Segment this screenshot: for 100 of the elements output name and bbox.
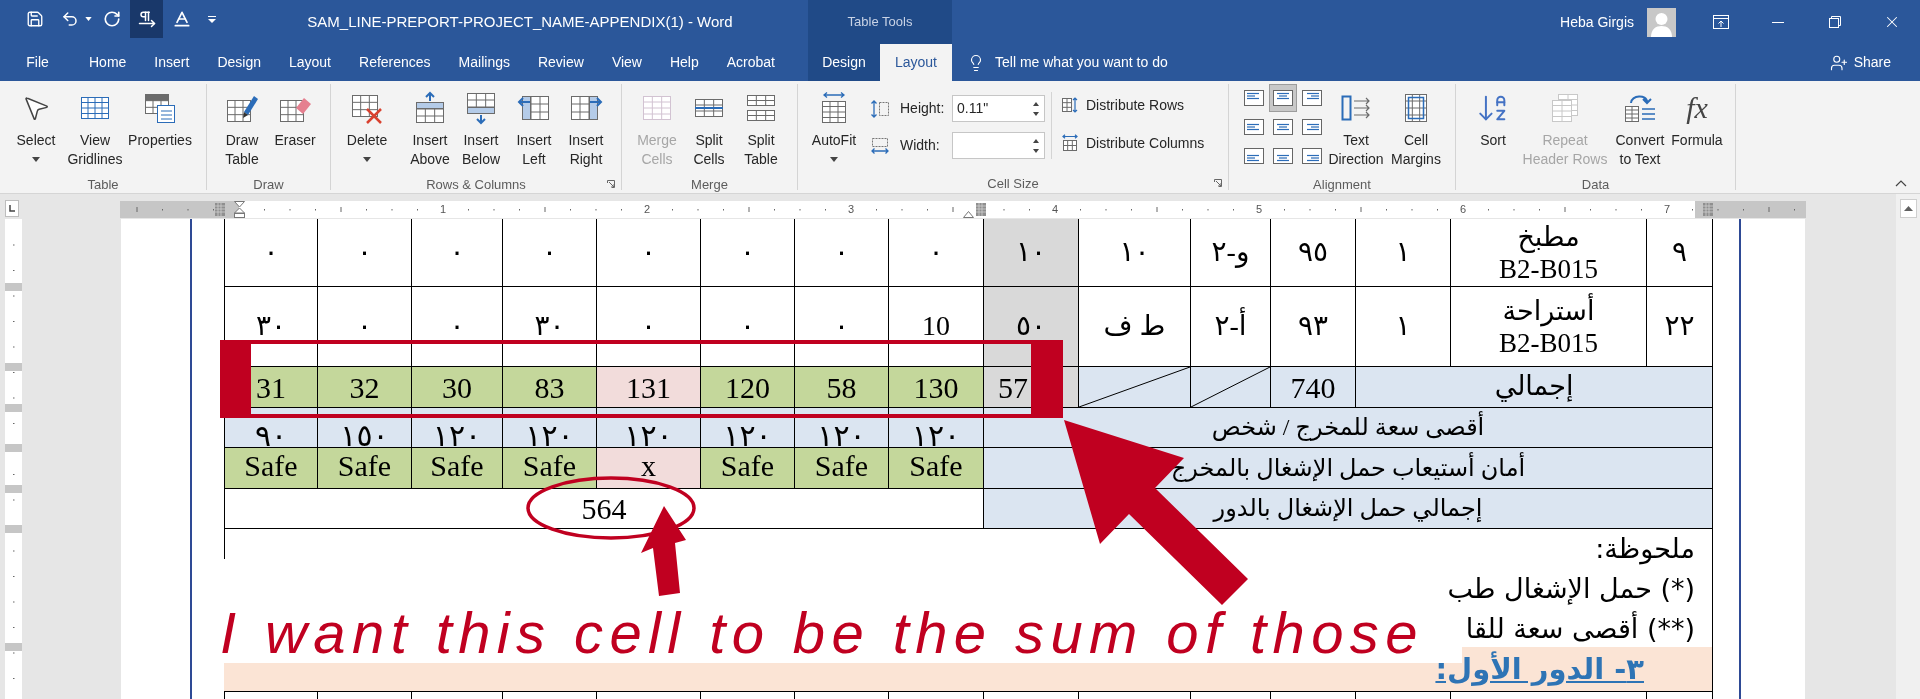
table-cell: Safe bbox=[224, 448, 317, 489]
align-icon bbox=[1302, 119, 1322, 135]
ribbon-button[interactable]: Distribute Rows bbox=[1061, 93, 1205, 117]
table-cell: 120 bbox=[700, 367, 794, 408]
ribbon-button[interactable]: Insert Right bbox=[561, 84, 611, 169]
ribbon-tab[interactable]: Acrobat bbox=[712, 44, 789, 81]
table-cell: ٠ bbox=[502, 219, 596, 287]
ruler-number: 4 bbox=[1052, 202, 1059, 217]
table-cell: أقصى سعة للمخرج / شخص bbox=[983, 408, 1712, 448]
table-cell: ١ bbox=[1355, 219, 1450, 287]
ribbon-button[interactable]: View Gridlines bbox=[66, 84, 124, 169]
ribbon-button[interactable]: Distribute Columns bbox=[1061, 131, 1205, 155]
insert-above-icon bbox=[413, 91, 447, 125]
table-cell: ١٢٠ bbox=[411, 408, 502, 448]
ribbon-tab[interactable]: Layout bbox=[880, 44, 952, 81]
ribbon-tab[interactable]: Insert bbox=[140, 44, 204, 81]
formatting-marks-button[interactable] bbox=[130, 0, 163, 38]
ribbon-button[interactable]: Insert Below bbox=[455, 84, 507, 169]
group-label: Cell Size bbox=[987, 176, 1039, 191]
number-field[interactable] bbox=[952, 132, 1045, 159]
ribbon-tab[interactable]: Help bbox=[655, 44, 713, 81]
table-cell: ١٢٠ bbox=[700, 408, 794, 448]
ribbon-tab[interactable]: Design bbox=[203, 44, 275, 81]
table-cell: ٠ bbox=[317, 219, 411, 287]
restore-icon bbox=[1828, 16, 1841, 28]
ribbon-button[interactable]: Delete bbox=[337, 84, 397, 169]
ribbon-button[interactable]: Split Cells bbox=[683, 84, 735, 169]
redo-icon bbox=[103, 10, 121, 28]
ribbon-button[interactable]: Eraser bbox=[267, 84, 323, 169]
ribbon-button[interactable]: AutoFit bbox=[806, 84, 862, 168]
align-icon bbox=[1302, 90, 1322, 106]
ribbon-button[interactable]: Cell Margins bbox=[1386, 84, 1446, 169]
save-icon bbox=[26, 10, 44, 28]
ribbon-tab[interactable]: View bbox=[597, 44, 656, 81]
column-width-icon bbox=[870, 135, 890, 156]
table-cell: 58 bbox=[794, 367, 888, 408]
font-color-icon bbox=[172, 9, 192, 29]
ribbon-button[interactable]: Draw Table bbox=[217, 84, 267, 169]
dialog-launcher-icon[interactable] bbox=[1213, 178, 1223, 188]
table-cell: Safe bbox=[700, 448, 794, 489]
ribbon-button[interactable]: Insert Above bbox=[405, 84, 455, 169]
table-cell: ٠ bbox=[794, 219, 888, 287]
ribbon-button[interactable]: Sort bbox=[1470, 84, 1516, 169]
number-field[interactable]: 0.11" bbox=[952, 95, 1045, 122]
group-label: Data bbox=[1581, 177, 1610, 192]
ribbon-button[interactable]: Split Table bbox=[735, 84, 787, 169]
group-label: Merge bbox=[691, 177, 728, 192]
column-marker-icon[interactable] bbox=[215, 203, 225, 216]
user-name: Heba Girgis bbox=[1560, 12, 1634, 32]
table-cell: ٠ bbox=[224, 219, 317, 287]
ribbon-button[interactable]: Insert Left bbox=[507, 84, 561, 169]
table-cell: Safe bbox=[502, 448, 596, 489]
table-cell: ١٢٠ bbox=[502, 408, 596, 448]
ruler-number: 3 bbox=[848, 202, 855, 217]
fx-icon: fx bbox=[1686, 91, 1708, 125]
group-label: Draw bbox=[253, 177, 284, 192]
tab-selector-icon[interactable] bbox=[5, 200, 19, 217]
ribbon-button[interactable]: fx Formula bbox=[1666, 84, 1728, 169]
column-marker-icon[interactable] bbox=[976, 203, 986, 216]
ribbon-button[interactable]: Convert to Text bbox=[1614, 84, 1666, 169]
ribbon-tab[interactable]: Design bbox=[808, 44, 880, 81]
align-icon bbox=[1273, 90, 1293, 106]
scrollbar-track[interactable] bbox=[1896, 194, 1920, 699]
column-marker-icon[interactable] bbox=[1703, 203, 1713, 216]
table-cell: 130 bbox=[888, 367, 983, 408]
ribbon-button[interactable]: Select bbox=[6, 84, 66, 169]
ribbon-tab[interactable]: File bbox=[0, 44, 75, 81]
group-label: Alignment bbox=[1313, 177, 1371, 192]
customize-icon bbox=[208, 15, 216, 23]
tell-me-field[interactable]: Tell me what you want to do bbox=[967, 44, 1168, 81]
align-icon bbox=[1244, 119, 1264, 135]
table-cell: ١٠ bbox=[1078, 219, 1190, 287]
table-cell: ٠ bbox=[700, 219, 794, 287]
chevron-up-icon[interactable] bbox=[1895, 180, 1907, 187]
table-cell: ١٢٠ bbox=[794, 408, 888, 448]
ribbon-tab[interactable]: Mailings bbox=[444, 44, 524, 81]
dialog-launcher-icon[interactable] bbox=[606, 179, 616, 189]
table-cell: ١٢٠ bbox=[888, 408, 983, 448]
share-button[interactable]: Share bbox=[1829, 44, 1920, 81]
ribbon-tab[interactable]: Review bbox=[523, 44, 598, 81]
group-label: Rows & Columns bbox=[426, 177, 526, 192]
indent-marker-icon[interactable] bbox=[234, 201, 245, 218]
up-triangle-icon bbox=[1903, 206, 1913, 211]
field-label: Width: bbox=[900, 136, 941, 155]
ribbon-tab[interactable]: Home bbox=[75, 44, 141, 81]
avatar-icon[interactable] bbox=[1647, 7, 1676, 37]
align-button[interactable] bbox=[1269, 84, 1297, 112]
table-cell: ٠ bbox=[411, 219, 502, 287]
group-label: Table bbox=[87, 177, 119, 192]
ribbon-button[interactable]: Properties bbox=[124, 84, 196, 169]
caret-icon bbox=[363, 157, 371, 162]
note-text: ملحوظة: bbox=[1595, 532, 1695, 567]
table-cell: و-٢ bbox=[1190, 219, 1270, 287]
table-cell: Safe bbox=[888, 448, 983, 489]
ruler-number: 1 bbox=[440, 202, 447, 217]
scroll-up-button[interactable] bbox=[1899, 199, 1917, 218]
ribbon-button[interactable]: Text Direction bbox=[1326, 84, 1386, 169]
ribbon-tab[interactable]: References bbox=[345, 44, 445, 81]
ribbon-tab[interactable]: Layout bbox=[274, 44, 345, 81]
person-plus-icon bbox=[1829, 53, 1848, 72]
